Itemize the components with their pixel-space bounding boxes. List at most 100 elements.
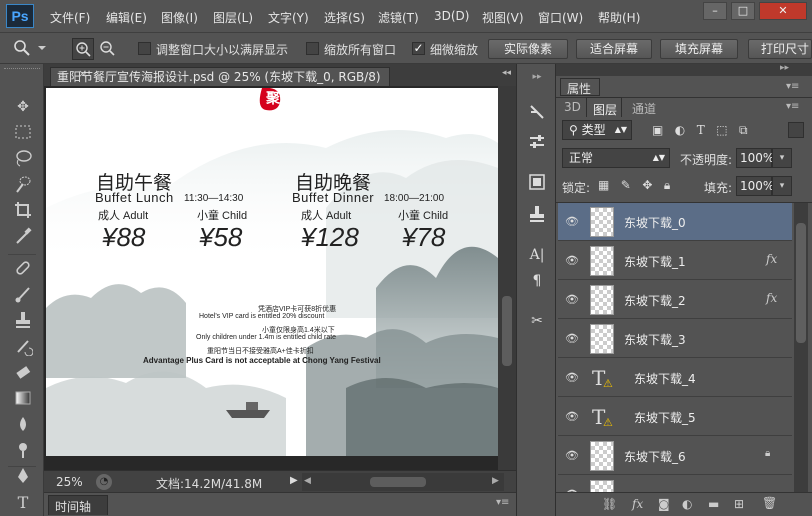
history-brush-tool-icon[interactable]: [12, 336, 34, 358]
menu-image[interactable]: 图像(I): [161, 9, 198, 26]
lock-position-icon[interactable]: ✥: [642, 178, 652, 192]
filter-toggle[interactable]: [788, 122, 804, 138]
layer-row-0[interactable]: 👁︎ 东坡下载_0: [558, 203, 792, 241]
lock-all-icon[interactable]: 🔒︎: [664, 178, 670, 192]
status-menu-arrow-icon[interactable]: ▶: [290, 475, 298, 486]
new-layer-icon[interactable]: ⊞: [734, 497, 744, 511]
canvas-area[interactable]: 聚 自助午餐 Buffet Lunch 11:30—14:30 成人 Adult…: [44, 86, 516, 470]
opacity-slider-button[interactable]: ▾: [772, 148, 792, 168]
fill-slider-button[interactable]: ▾: [772, 176, 792, 196]
gradient-tool-icon[interactable]: [12, 388, 34, 410]
dodge-tool-icon[interactable]: [12, 440, 34, 462]
timeline-menu-icon[interactable]: ▾≡: [496, 497, 509, 508]
layer-row-7[interactable]: 👁︎: [558, 476, 792, 492]
close-button[interactable]: ✕: [759, 2, 807, 20]
eyedropper-tool-icon[interactable]: [12, 226, 34, 248]
horizontal-scrollbar[interactable]: ◀ ▶: [302, 473, 504, 491]
add-style-icon[interactable]: fx: [632, 497, 643, 511]
menu-view[interactable]: 视图(V): [482, 9, 524, 26]
strip-collapse-icon[interactable]: ▸▸: [525, 66, 549, 88]
fx-icon[interactable]: fx: [766, 291, 777, 305]
filter-shape-icon[interactable]: ⬚: [716, 123, 727, 137]
history-panel-icon[interactable]: [525, 102, 549, 124]
minimize-button[interactable]: –: [703, 2, 727, 20]
tab-layers[interactable]: 图层: [586, 97, 622, 117]
add-mask-icon[interactable]: ◙: [658, 497, 670, 511]
fill-input[interactable]: 100%: [736, 176, 774, 196]
blur-tool-icon[interactable]: [12, 414, 34, 436]
menu-3d[interactable]: 3D(D): [434, 9, 469, 23]
zoom-in-icon[interactable]: [72, 38, 94, 60]
visibility-eye-icon[interactable]: 👁︎: [564, 370, 580, 386]
properties-menu-icon[interactable]: ▾≡: [786, 81, 799, 92]
menu-type[interactable]: 文字(Y): [268, 9, 309, 26]
layer-row-1[interactable]: 👁︎ 东坡下载_1 fx: [558, 242, 792, 280]
menu-edit[interactable]: 编辑(E): [106, 9, 147, 26]
actual-pixels-button[interactable]: 实际像素: [488, 39, 568, 59]
paragraph-panel-icon[interactable]: ¶: [525, 270, 549, 292]
visibility-eye-icon[interactable]: 👁︎: [564, 292, 580, 308]
horizontal-scroll-thumb[interactable]: [370, 477, 426, 487]
properties-tab[interactable]: 属性: [560, 78, 600, 96]
zoom-tool-preset[interactable]: [8, 37, 48, 59]
fx-icon[interactable]: fx: [766, 252, 777, 266]
layer-row-4[interactable]: 👁︎ T ⚠ 东坡下载_4: [558, 359, 792, 397]
filter-smartobject-icon[interactable]: ⧉: [739, 123, 748, 137]
new-adjustment-icon[interactable]: ◐: [682, 497, 692, 511]
menu-window[interactable]: 窗口(W): [538, 9, 583, 26]
brush-tool-icon[interactable]: [12, 284, 34, 306]
maximize-button[interactable]: □: [731, 2, 755, 20]
vertical-scroll-thumb[interactable]: [502, 296, 512, 366]
opacity-input[interactable]: 100%: [736, 148, 774, 168]
marquee-tool-icon[interactable]: [12, 122, 34, 144]
tab-3d[interactable]: 3D: [564, 100, 581, 114]
adjustments-panel-icon[interactable]: [525, 132, 549, 154]
status-info-icon[interactable]: ◔: [96, 474, 112, 490]
filter-pixel-icon[interactable]: ▣: [652, 123, 663, 137]
character-panel-icon[interactable]: A|: [525, 244, 549, 266]
timeline-tab[interactable]: 时间轴: [48, 495, 108, 515]
canvas-vertical-scrollbar[interactable]: [498, 86, 516, 470]
new-group-icon[interactable]: ▬: [708, 497, 719, 511]
clone-stamp-tool-icon[interactable]: [12, 310, 34, 332]
document-tab[interactable]: 重阳节餐厅宣传海报设计.psd @ 25% (东坡下载_0, RGB/8): [50, 67, 390, 86]
link-layers-icon[interactable]: ⛓: [602, 497, 617, 511]
visibility-eye-icon[interactable]: 👁︎: [564, 253, 580, 269]
visibility-eye-icon[interactable]: 👁︎: [564, 448, 580, 464]
tab-channels[interactable]: 通道: [632, 100, 656, 117]
visibility-eye-icon[interactable]: 👁︎: [564, 331, 580, 347]
layer-row-3[interactable]: 👁︎ 东坡下载_3: [558, 320, 792, 358]
panel-collapse-icon[interactable]: ◂◂: [502, 68, 511, 78]
menu-filter[interactable]: 滤镜(T): [378, 9, 419, 26]
layer-row-6[interactable]: 👁︎ 东坡下载_6 🔒︎: [558, 437, 792, 475]
print-size-button[interactable]: 打印尺寸: [748, 39, 812, 59]
layer-filter-dropdown[interactable]: ⚲ 类型 ▲▼: [562, 120, 632, 140]
fit-screen-button[interactable]: 适合屏幕: [576, 39, 652, 59]
menu-layer[interactable]: 图层(L): [213, 9, 253, 26]
filter-adjustment-icon[interactable]: ◐: [675, 123, 685, 137]
healing-brush-tool-icon[interactable]: [12, 258, 34, 280]
menu-file[interactable]: 文件(F): [50, 9, 90, 26]
layer-row-5[interactable]: 👁︎ T ⚠ 东坡下载_5: [558, 398, 792, 436]
layers-scrollbar[interactable]: [794, 203, 808, 492]
crop-tool-icon[interactable]: [12, 200, 34, 222]
tool-presets-icon[interactable]: ✂: [525, 310, 549, 332]
delete-layer-icon[interactable]: 🗑︎: [762, 496, 777, 510]
panel-collapse-icon[interactable]: ▸▸: [780, 63, 789, 73]
zoom-out-icon[interactable]: [97, 38, 119, 60]
scroll-right-icon[interactable]: ▶: [492, 476, 499, 486]
layers-scroll-thumb[interactable]: [796, 223, 806, 343]
zoom-level[interactable]: 25%: [56, 475, 83, 489]
poster-canvas[interactable]: 聚 自助午餐 Buffet Lunch 11:30—14:30 成人 Adult…: [46, 88, 498, 456]
eraser-tool-icon[interactable]: [12, 362, 34, 384]
lock-transparency-icon[interactable]: ▦: [598, 178, 609, 192]
styles-panel-icon[interactable]: [525, 204, 549, 226]
zoom-all-checkbox[interactable]: [306, 42, 319, 55]
lock-pixels-icon[interactable]: ✎: [621, 178, 631, 192]
move-tool-icon[interactable]: ✥: [12, 96, 34, 118]
tab-close-icon[interactable]: ×: [78, 67, 87, 80]
layers-menu-icon[interactable]: ▾≡: [786, 101, 799, 112]
timeline-panel[interactable]: 时间轴 ▾≡: [44, 492, 516, 516]
type-tool-icon[interactable]: T: [12, 492, 34, 514]
blend-mode-dropdown[interactable]: 正常 ▲▼: [562, 148, 670, 168]
